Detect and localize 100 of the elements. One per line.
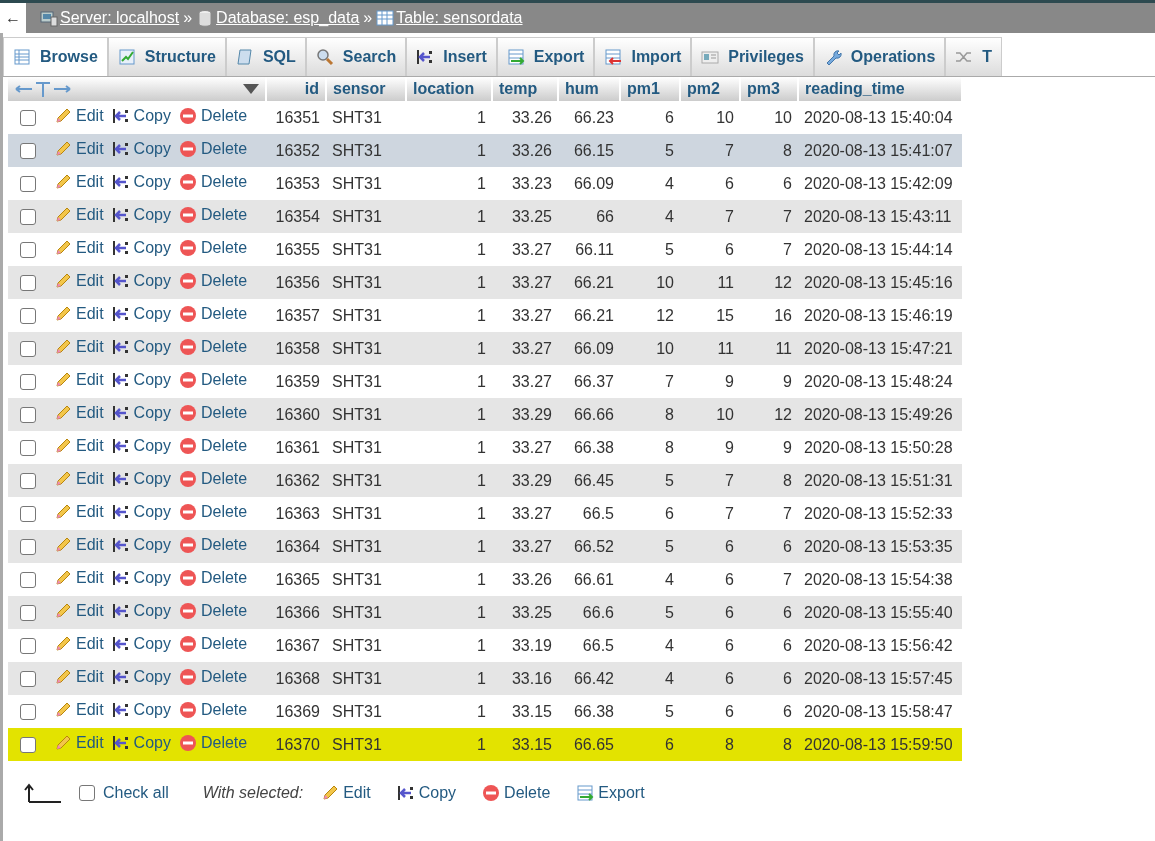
row-action-link[interactable]: Delete [178,532,248,557]
row-action-link[interactable]: Copy [111,631,171,656]
row-action-link[interactable]: Copy [111,400,171,425]
bulk-action-link[interactable]: Export [576,781,645,805]
row-action-link[interactable]: Edit [54,565,104,590]
row-action-link[interactable]: Edit [54,235,104,260]
row-action-link[interactable]: Copy [111,103,171,128]
row-action-link[interactable]: Delete [178,268,248,293]
tab[interactable]: Operations [813,37,946,76]
row-action-link[interactable]: Delete [178,499,248,524]
row-action-link[interactable]: Edit [54,697,104,722]
row-action-link[interactable]: Edit [54,169,104,194]
breadcrumb-link[interactable]: Database: esp_data [216,6,360,30]
row-action-link[interactable]: Edit [54,664,104,689]
bulk-action-link[interactable]: Delete [482,781,551,805]
tab[interactable]: Export [496,37,595,76]
tab[interactable]: Privileges [691,37,814,76]
row-checkbox[interactable] [20,440,36,457]
row-action-link[interactable]: Copy [111,499,171,524]
breadcrumb-link[interactable]: Table: sensordata [396,6,523,30]
row-action-link[interactable]: Delete [178,565,248,590]
row-action-link[interactable]: Delete [178,631,248,656]
tab[interactable]: Insert [406,37,497,76]
tab[interactable]: Structure [107,37,226,76]
row-checkbox[interactable] [20,110,36,127]
row-action-link[interactable]: Delete [178,367,248,392]
row-action-link[interactable]: Delete [178,202,248,227]
row-action-link[interactable]: Edit [54,268,104,293]
row-checkbox[interactable] [20,143,36,160]
row-action-link[interactable]: Copy [111,268,171,293]
row-action-link[interactable]: Delete [178,664,248,689]
row-action-link[interactable]: Delete [178,136,248,161]
row-action-link[interactable]: Edit [54,400,104,425]
row-action-link[interactable]: Edit [54,466,104,491]
row-checkbox[interactable] [20,737,36,754]
row-action-link[interactable]: Delete [178,433,248,458]
row-action-link[interactable]: Edit [54,532,104,557]
tab[interactable]: Browse [3,37,108,76]
row-checkbox[interactable] [20,638,36,655]
row-action-link[interactable]: Delete [178,598,248,623]
row-action-link[interactable]: Copy [111,532,171,557]
row-action-link[interactable]: Edit [54,136,104,161]
row-action-link[interactable]: Copy [111,565,171,590]
dropdown-caret-icon[interactable] [243,84,259,94]
row-action-link[interactable]: Edit [54,367,104,392]
tab[interactable]: Search [305,37,407,76]
breadcrumb-link[interactable]: Server: localhost [60,6,180,30]
row-checkbox[interactable] [20,374,36,391]
row-action-link[interactable]: Edit [54,631,104,656]
row-action-link[interactable]: Copy [111,334,171,359]
check-all-checkbox[interactable] [79,785,95,801]
row-action-link[interactable]: Copy [111,598,171,623]
row-checkbox[interactable] [20,671,36,688]
row-checkbox[interactable] [20,275,36,292]
row-action-link[interactable]: Delete [178,235,248,260]
row-action-link[interactable]: Copy [111,664,171,689]
row-action-link[interactable]: Copy [111,697,171,722]
row-action-link[interactable]: Edit [54,334,104,359]
row-checkbox[interactable] [20,506,36,523]
tab[interactable]: SQL [225,37,306,76]
row-action-link[interactable]: Copy [111,466,171,491]
back-button[interactable]: ← [0,3,26,33]
row-action-link[interactable]: Edit [54,598,104,623]
bulk-action-link[interactable]: Edit [321,781,371,805]
row-action-link[interactable]: Delete [178,466,248,491]
row-checkbox[interactable] [20,605,36,622]
row-action-link[interactable]: Edit [54,202,104,227]
row-checkbox[interactable] [20,242,36,259]
row-action-link[interactable]: Delete [178,103,248,128]
row-action-link[interactable]: Copy [111,433,171,458]
tab[interactable]: T [945,37,1003,76]
row-action-link[interactable]: Edit [54,103,104,128]
row-action-link[interactable]: Copy [111,202,171,227]
row-action-link[interactable]: Delete [178,400,248,425]
column-header[interactable]: id [304,80,319,97]
tab[interactable]: Import [594,37,692,76]
row-action-link[interactable]: Copy [111,169,171,194]
row-checkbox[interactable] [20,572,36,589]
row-action-link[interactable]: Delete [178,730,248,755]
row-checkbox[interactable] [20,341,36,358]
row-action-link[interactable]: Delete [178,697,248,722]
row-checkbox[interactable] [20,539,36,556]
row-action-link[interactable]: Edit [54,301,104,326]
row-action-link[interactable]: Copy [111,136,171,161]
row-action-link[interactable]: Edit [54,499,104,524]
row-action-link[interactable]: Edit [54,730,104,755]
row-action-link[interactable]: Delete [178,301,248,326]
row-action-link[interactable]: Copy [111,235,171,260]
row-action-link[interactable]: Copy [111,367,171,392]
row-action-link[interactable]: Delete [178,169,248,194]
row-checkbox[interactable] [20,473,36,490]
row-checkbox[interactable] [20,407,36,424]
row-action-link[interactable]: Delete [178,334,248,359]
row-checkbox[interactable] [20,308,36,325]
row-action-link[interactable]: Copy [111,301,171,326]
row-action-link[interactable]: Copy [111,730,171,755]
check-all-label[interactable]: Check all [103,781,169,805]
row-action-link[interactable]: Edit [54,433,104,458]
row-checkbox[interactable] [20,704,36,721]
row-checkbox[interactable] [20,176,36,193]
